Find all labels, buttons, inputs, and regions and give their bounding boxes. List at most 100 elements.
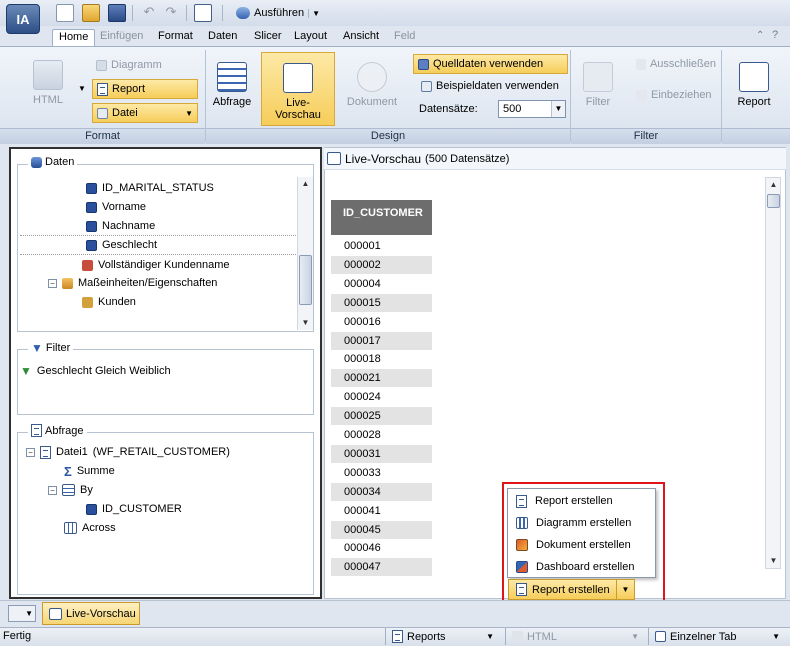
tab-home[interactable]: Home [52,29,96,47]
dokument-button[interactable]: Dokument [344,62,400,108]
tree-item[interactable]: − Maßeinheiten/Eigenschaften [48,274,217,292]
datei-dropdown[interactable]: Datei ▼ [92,103,198,123]
filter-check-icon: ▼ [20,364,32,378]
tab-live-vorschau[interactable]: Live-Vorschau [42,602,140,625]
einbeziehen-button[interactable]: Einbeziehen [632,85,720,105]
table-cell: 000002 [331,255,432,274]
tab-feld[interactable]: Feld [388,29,421,46]
table-cell: 000031 [331,444,432,463]
by-label: By [80,484,93,496]
qat-separator [132,5,133,21]
tree-item[interactable]: Nachname [86,217,155,235]
app-logo-button[interactable]: IA [6,4,40,34]
filter-label: Filter [585,96,611,108]
tree-item[interactable]: Vollständiger Kundenname [82,256,229,274]
tree-item-datei[interactable]: − Datei1 (WF_RETAIL_CUSTOMER) [26,443,230,461]
save-icon[interactable] [108,4,126,22]
scroll-down-icon[interactable]: ▼ [298,316,313,330]
across-label: Across [82,522,116,534]
tree-item-label: Vollständiger Kundenname [98,259,230,271]
scroll-up-icon[interactable]: ▲ [766,178,781,192]
tree-item-summe[interactable]: Σ Summe [64,462,115,480]
scroll-thumb[interactable] [299,255,312,305]
filter-panel-title: ▼ Filter [28,341,74,355]
filter-condition[interactable]: ▼ Geschlecht Gleich Weiblich [20,362,171,380]
beispieldaten-label: Beispieldaten verwenden [436,80,559,92]
tab-ansicht[interactable]: Ansicht [337,29,385,46]
report-format-button[interactable]: Report [92,79,198,99]
quelldaten-label: Quelldaten verwenden [433,58,544,70]
collapse-icon[interactable]: − [26,447,35,457]
tab-format[interactable]: Format [152,29,199,46]
collapse-icon[interactable]: − [48,485,57,495]
redo-icon[interactable]: ↷ [162,4,180,22]
tree-item[interactable]: Kunden [82,293,136,311]
collapse-icon[interactable]: − [48,278,57,288]
status-html-dropdown[interactable]: HTML ▼ [505,628,645,645]
ribbon-minimize-icon[interactable]: ⌃ [756,30,764,41]
live-preview-icon [283,63,313,93]
ausschliessen-button[interactable]: Ausschließen [632,54,720,74]
report-ribbon-button[interactable]: Report [728,62,780,108]
measure-icon [82,296,93,308]
tab-daten[interactable]: Daten [202,29,243,46]
scroll-thumb[interactable] [767,194,780,208]
diagramm-button[interactable]: Diagramm [92,55,198,75]
quelldaten-button[interactable]: Quelldaten verwenden [413,54,568,74]
tree-item-by[interactable]: − By [48,481,93,499]
table-cell: 000046 [344,542,381,555]
scroll-down-icon[interactable]: ▼ [766,554,781,568]
html-button[interactable]: HTML [22,60,74,106]
tree-item-across[interactable]: Across [64,519,116,537]
status-tab-dropdown[interactable]: Einzelner Tab ▼ [648,628,786,645]
filter-button[interactable]: Filter [576,62,620,108]
run-button[interactable]: Ausführen ▼ [232,4,324,22]
help-icon[interactable]: ? [772,29,778,41]
tab-einfuegen[interactable]: Einfügen [94,29,149,46]
filter-funnel-icon: ▼ [31,341,43,355]
field-icon [86,503,97,515]
tab-label: Daten [208,30,238,42]
html-dropdown-icon[interactable]: ▼ [78,84,86,93]
scroll-up-icon[interactable]: ▲ [298,177,313,191]
group-label-report [722,128,790,144]
tree-item[interactable]: Vorname [86,198,146,216]
tab-label: Slicer [254,30,282,42]
table-cell: 000004 [344,277,381,290]
abfrage-button[interactable]: Abfrage [208,62,256,108]
table-cell: 000033 [344,466,381,479]
qat-separator [222,5,223,21]
table-cell: 000015 [331,293,432,312]
undo-icon[interactable]: ↶ [140,4,158,22]
tab-slicer[interactable]: Slicer [248,29,288,46]
datensaetze-select[interactable]: 500 ▼ [498,100,566,118]
tree-item[interactable]: Geschlecht [86,236,157,254]
table-cell: 000017 [331,331,432,350]
tree-item-label: Vorname [102,201,147,213]
html-label: HTML [33,94,63,106]
bottom-tab-label: Live-Vorschau [66,607,136,620]
live-vorschau-button[interactable]: Live- Vorschau [261,52,335,126]
new-icon[interactable] [56,4,74,22]
abfrage-title-label: Abfrage [45,424,84,437]
chevron-down-icon: ▼ [185,108,193,118]
datei-source: (WF_RETAIL_CUSTOMER) [92,446,230,458]
daten-scrollbar[interactable]: ▲ ▼ [297,177,313,330]
tab-layout[interactable]: Layout [288,29,333,46]
file-doc-icon [40,445,51,459]
preview-scrollbar[interactable]: ▲ ▼ [765,177,781,569]
tab-label: Layout [294,30,328,42]
table-cell: 000034 [331,482,432,501]
run-dropdown-icon[interactable]: ▼ [308,8,320,18]
tree-item-by-field[interactable]: ID_CUSTOMER [86,500,182,518]
status-reports-dropdown[interactable]: Reports ▼ [385,628,500,645]
beispieldaten-button[interactable]: Beispieldaten verwenden [417,76,567,96]
layout-menu-button[interactable]: ▼ [8,605,36,622]
highlight-box [502,482,665,611]
preview-magnifier-icon[interactable] [194,4,212,22]
tree-item[interactable]: ID_MARITAL_STATUS [86,179,214,197]
open-folder-icon[interactable] [82,4,100,22]
source-data-icon [418,58,429,70]
status-dd-label: Reports [407,630,446,643]
tree-item-label: Kunden [98,296,136,308]
